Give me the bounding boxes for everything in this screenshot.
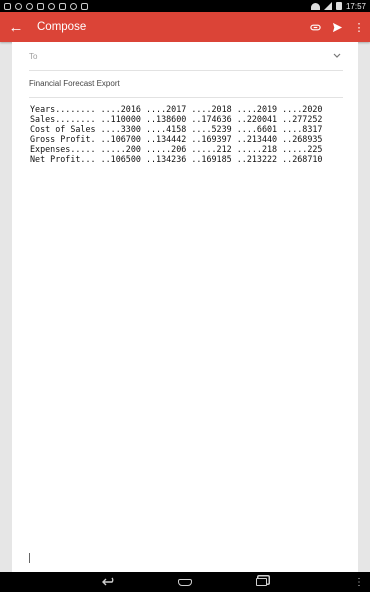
nav-home-button[interactable] xyxy=(147,572,223,592)
sync-icon xyxy=(26,2,33,10)
navigation-bar: ⋮ xyxy=(0,572,370,592)
overflow-menu-icon[interactable]: ⋮ xyxy=(348,12,370,42)
message-body[interactable]: Years........ ....2016 ....2017 ....2018… xyxy=(30,104,322,164)
attach-icon[interactable] xyxy=(304,12,326,42)
subject-field[interactable]: Financial Forecast Export xyxy=(29,70,343,98)
back-arrow-icon[interactable]: ← xyxy=(1,12,31,42)
send-button[interactable] xyxy=(326,12,348,42)
nav-menu-icon[interactable]: ⋮ xyxy=(354,572,364,592)
paperclip-icon xyxy=(309,24,321,30)
compose-sheet: To Financial Forecast Export Years......… xyxy=(12,42,358,572)
store-icon xyxy=(59,2,66,10)
signal-icon xyxy=(323,2,332,10)
notification-icon xyxy=(4,2,11,10)
send-icon xyxy=(332,22,342,32)
check-icon xyxy=(48,2,55,10)
back-icon xyxy=(102,577,114,586)
to-field[interactable]: To xyxy=(29,42,343,71)
download-icon xyxy=(37,2,44,10)
page-title: Compose xyxy=(37,21,87,33)
chevron-down-icon[interactable] xyxy=(333,52,341,61)
to-input[interactable]: To xyxy=(29,52,333,61)
photo-icon xyxy=(81,2,88,10)
wifi-icon xyxy=(310,2,320,10)
app-bar: ← Compose ⋮ xyxy=(0,12,370,42)
text-cursor xyxy=(29,553,30,563)
status-system: 17:57 xyxy=(310,1,366,11)
status-notifications xyxy=(4,2,88,10)
battery-icon xyxy=(335,2,342,10)
play-icon xyxy=(70,2,77,10)
home-icon xyxy=(178,578,192,586)
subject-input[interactable]: Financial Forecast Export xyxy=(29,79,120,88)
recents-icon xyxy=(255,578,267,586)
status-bar: 17:57 xyxy=(0,0,370,12)
nav-back-button[interactable] xyxy=(71,572,147,592)
status-time: 17:57 xyxy=(345,1,366,11)
nav-recents-button[interactable] xyxy=(223,572,299,592)
alarm-icon xyxy=(15,2,22,10)
